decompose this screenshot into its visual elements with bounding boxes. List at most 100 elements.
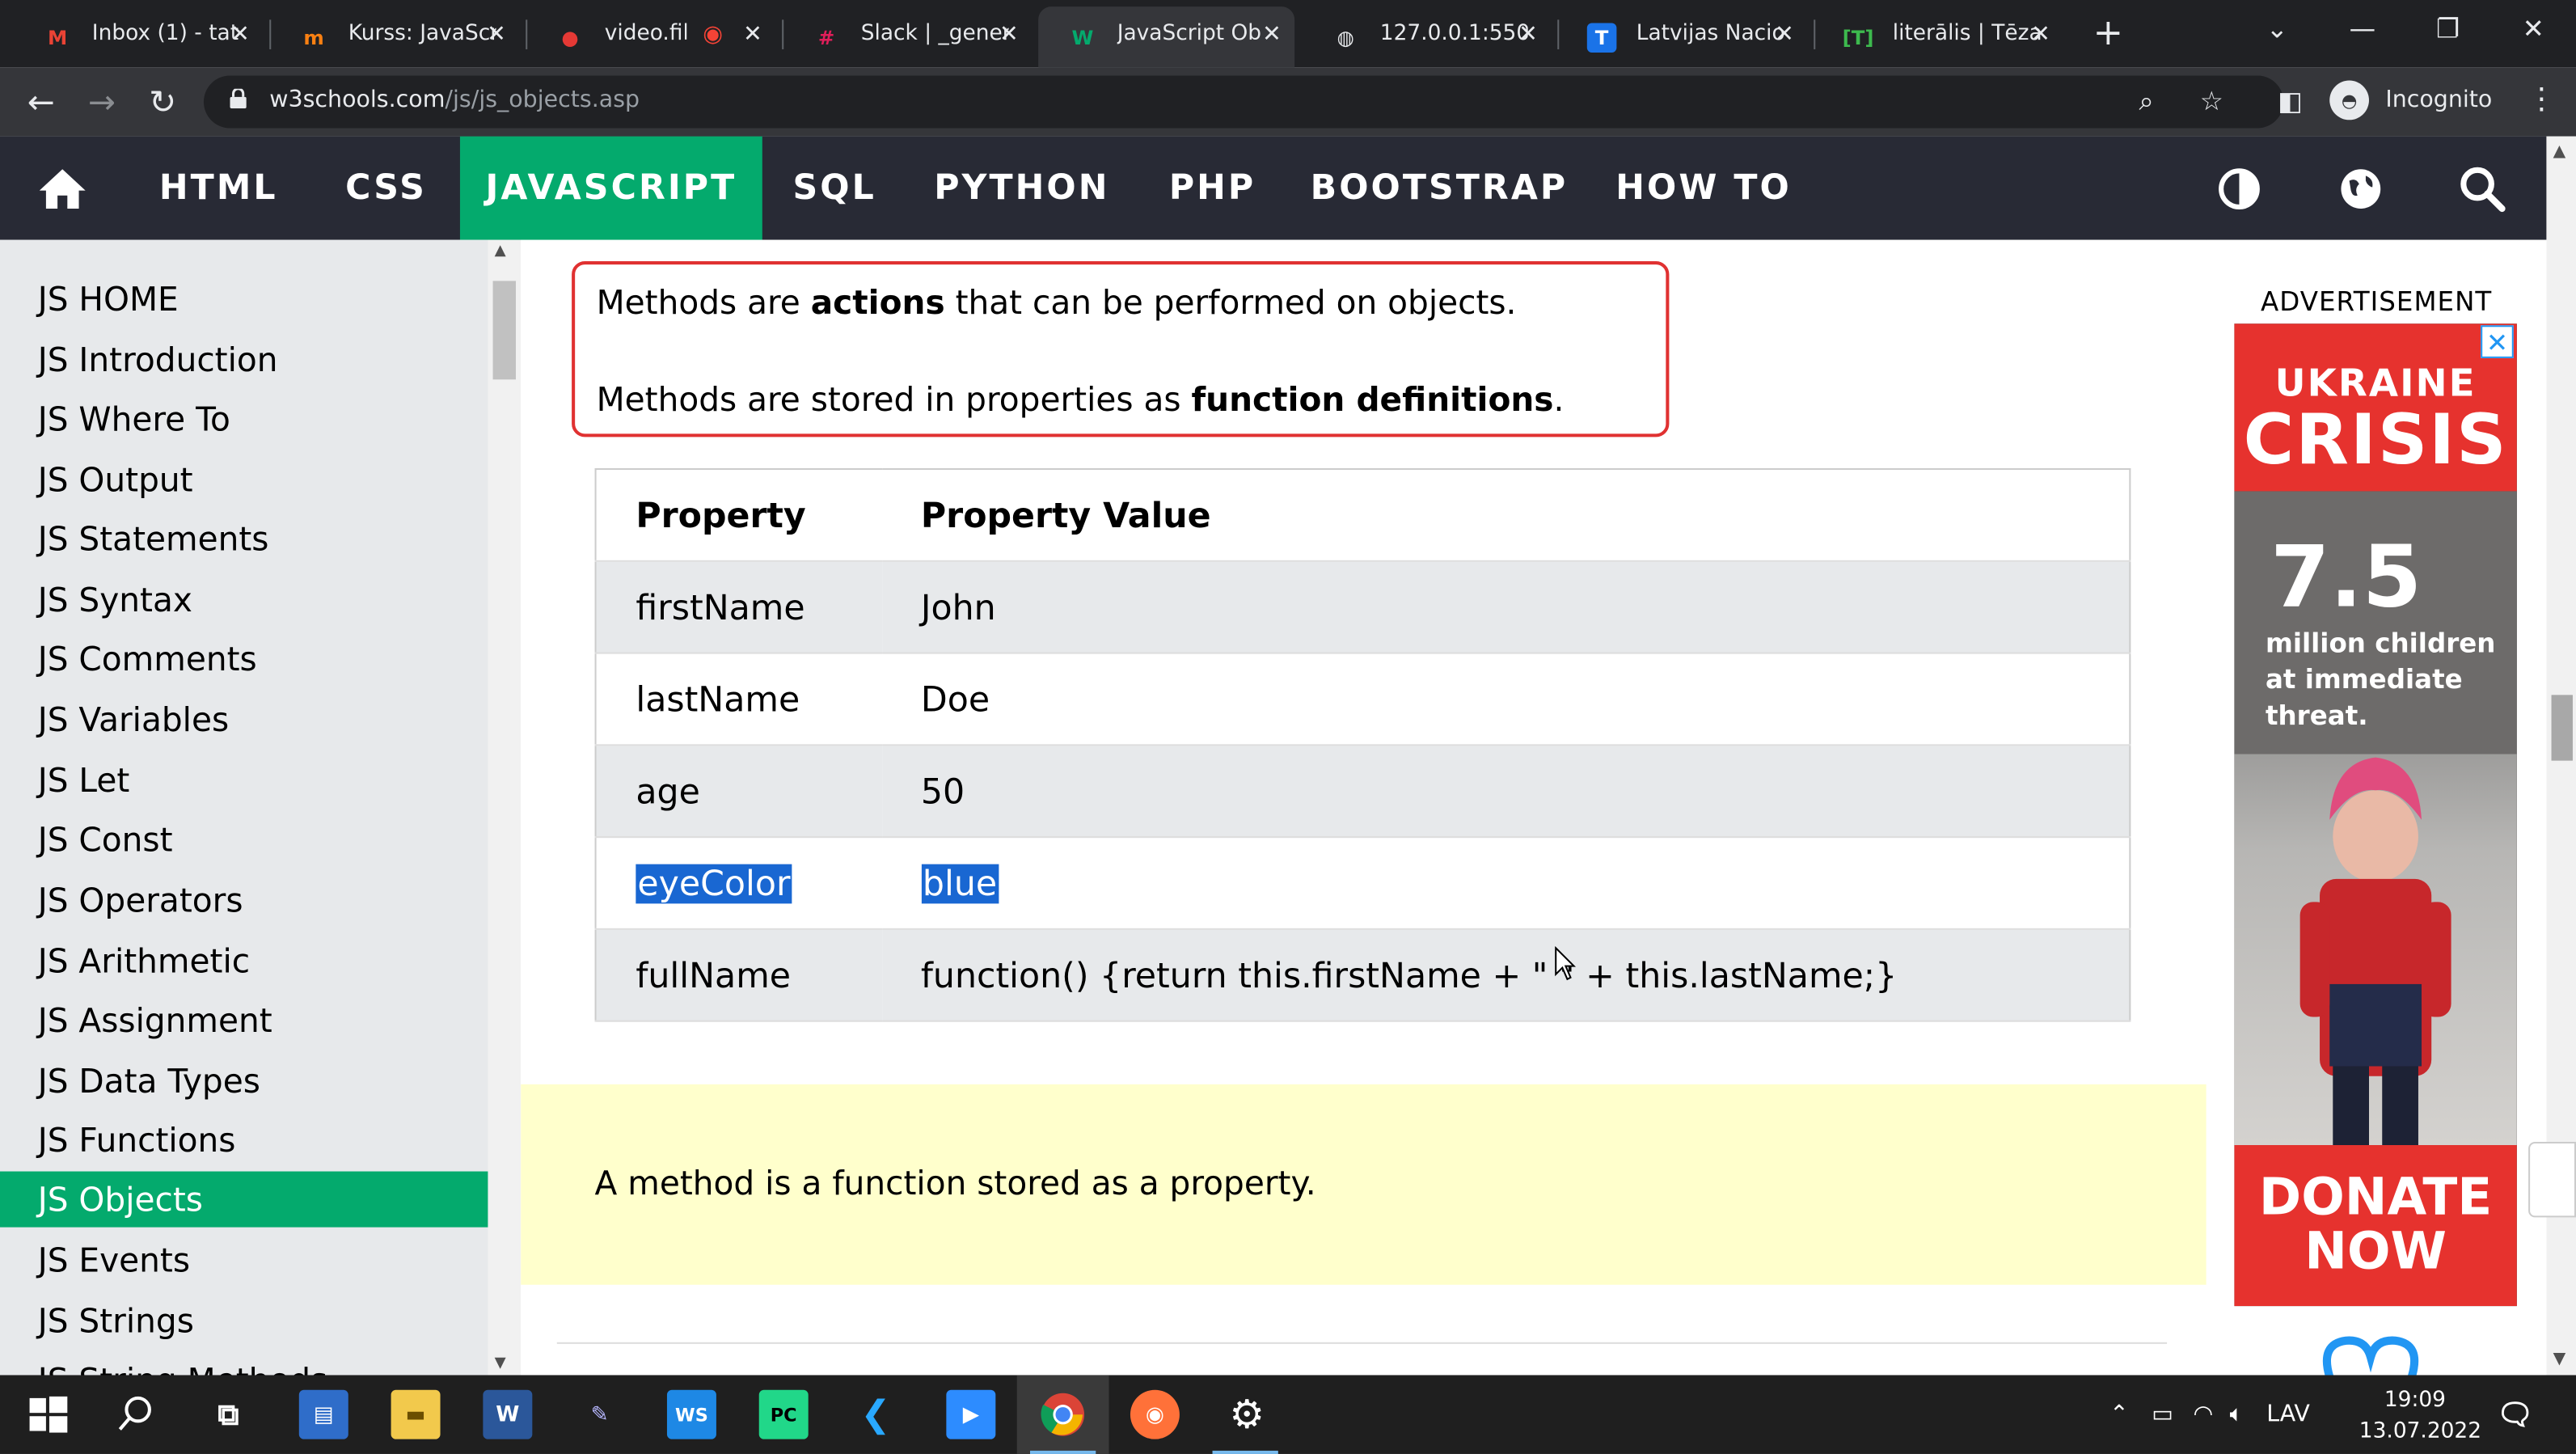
ad-donate-cta[interactable]: DONATE NOW (2234, 1171, 2516, 1280)
webstorm-icon[interactable]: WS (666, 1389, 716, 1439)
moodle-icon: m (303, 26, 324, 49)
nav-bootstrap[interactable]: BOOTSTRAP (1301, 137, 1577, 240)
side-panel-icon[interactable]: ◧ (2270, 86, 2310, 117)
nav-php[interactable]: PHP (1150, 137, 1274, 240)
sidebar-item-js-string-methods[interactable]: JS String Methods (0, 1352, 488, 1375)
language-indicator[interactable]: LAV (2266, 1401, 2310, 1428)
app-icon[interactable]: ✎ (575, 1390, 624, 1439)
battery-icon[interactable]: ▭ (2152, 1401, 2173, 1428)
clock[interactable]: 19:09 13.07.2022 (2359, 1385, 2481, 1448)
close-icon[interactable]: ✕ (1518, 21, 1538, 48)
tab-latvijas[interactable]: T Latvijas Nacio ✕ (1557, 6, 1807, 67)
sidebar-item-js-syntax[interactable]: JS Syntax (0, 572, 488, 628)
nav-javascript[interactable]: JAVASCRIPT (459, 136, 762, 240)
sidebar-item-js-arithmetic[interactable]: JS Arithmetic (0, 933, 488, 989)
nav-how-to[interactable]: HOW TO (1603, 137, 1804, 240)
close-icon[interactable]: ✕ (743, 21, 762, 48)
nav-css[interactable]: CSS (322, 137, 450, 240)
column-header-property-value: Property Value (881, 469, 2130, 562)
tab-gmail[interactable]: M Inbox (1) - tat ✕ (13, 6, 263, 67)
sidebar-scroll-thumb[interactable] (492, 281, 517, 380)
search-icon[interactable] (112, 1390, 161, 1439)
sidebar-item-js-statements[interactable]: JS Statements (0, 511, 488, 567)
volume-icon[interactable]: 🔈︎ (2230, 1401, 2244, 1428)
page-scroll-thumb[interactable] (2551, 695, 2573, 761)
scroll-down-arrow-icon[interactable]: ▼ (2553, 1350, 2566, 1368)
tab-video[interactable]: ● video.file ◉ ✕ (526, 6, 775, 67)
scroll-down-arrow-icon[interactable]: ▼ (495, 1355, 506, 1372)
address-bar[interactable]: w3schools.com/js/js_objects.asp ⌕ ☆ (203, 75, 2284, 129)
home-icon[interactable] (36, 166, 89, 212)
wifi-icon[interactable]: ◠ (2194, 1401, 2214, 1428)
file-explorer-icon[interactable]: ▬ (391, 1389, 441, 1439)
scroll-up-arrow-icon[interactable]: ▲ (2553, 143, 2566, 161)
tray-chevron-up-icon[interactable]: ⌃ (2109, 1401, 2129, 1428)
task-view-icon[interactable]: ⧉ (204, 1390, 253, 1439)
search-icon[interactable] (2458, 164, 2507, 213)
close-icon[interactable]: ✕ (230, 21, 250, 48)
incognito-profile[interactable]: ◓ Incognito (2329, 80, 2492, 120)
sidebar-item-js-output[interactable]: JS Output (0, 452, 488, 508)
zoom-icon[interactable]: ⌕ (2139, 86, 2154, 119)
zoom-app-icon[interactable]: ▶ (946, 1389, 996, 1439)
notifications-icon[interactable]: 🗨︎ (2490, 1390, 2540, 1439)
back-arrow-icon[interactable]: ← (21, 82, 61, 122)
close-icon[interactable]: ✕ (999, 21, 1019, 48)
slack-icon: # (817, 26, 835, 49)
edge-drawer-handle[interactable] (2528, 1141, 2576, 1218)
nav-sql[interactable]: SQL (772, 137, 897, 240)
globe-icon: ◍ (1337, 26, 1354, 49)
tab-search-chevron-icon[interactable]: ⌄ (2234, 0, 2320, 59)
firefox-icon[interactable]: ◉ (1130, 1389, 1180, 1439)
close-icon[interactable]: ✕ (1262, 21, 1282, 48)
sidebar-item-js-functions[interactable]: JS Functions (0, 1112, 488, 1168)
sidebar-item-js-variables[interactable]: JS Variables (0, 691, 488, 747)
bookmark-star-icon[interactable]: ☆ (2200, 86, 2223, 117)
tab-javascript-objects[interactable]: W JavaScript Ob ✕ (1038, 6, 1295, 68)
sidebar-item-js-assignment[interactable]: JS Assignment (0, 992, 488, 1048)
ad-close-icon[interactable]: ✕ (2481, 325, 2514, 358)
url-text[interactable]: w3schools.com/js/js_objects.asp (269, 87, 640, 114)
sidebar-item-js-let[interactable]: JS Let (0, 752, 488, 808)
windows-start-icon[interactable] (23, 1390, 72, 1439)
forward-arrow-icon[interactable]: → (82, 82, 122, 122)
tab-slack[interactable]: # Slack | _gener ✕ (782, 6, 1032, 67)
tab-kurss[interactable]: m Kurss: JavaScr ✕ (269, 6, 519, 67)
more-menu-icon[interactable]: ⋮ (2527, 82, 2557, 117)
globe-icon[interactable] (2336, 164, 2385, 213)
minimize-icon[interactable]: — (2320, 0, 2405, 59)
sidebar-item-js-objects[interactable]: JS Objects (0, 1171, 488, 1228)
vscode-icon[interactable]: ❮ (851, 1390, 901, 1439)
sidebar-item-js-where-to[interactable]: JS Where To (0, 391, 488, 447)
ukraine-crisis-ad[interactable]: UKRAINE CRISIS 7.5 million children at i… (2234, 323, 2517, 1307)
sidebar-item-js-introduction[interactable]: JS Introduction (0, 332, 488, 387)
word-icon[interactable]: W (483, 1389, 533, 1439)
new-tab-plus-icon[interactable]: + (2093, 13, 2123, 54)
nav-html[interactable]: HTML (138, 137, 299, 240)
control-panel-icon[interactable]: ▤ (298, 1389, 348, 1439)
sidebar-item-js-data-types[interactable]: JS Data Types (0, 1053, 488, 1109)
dark-mode-icon[interactable] (2215, 164, 2264, 213)
sidebar-item-js-operators[interactable]: JS Operators (0, 873, 488, 928)
tab-literalis[interactable]: [T] literālis | Tēza ✕ (1814, 6, 2063, 67)
window-close-icon[interactable]: ✕ (2490, 0, 2576, 59)
nav-python[interactable]: PYTHON (920, 137, 1124, 240)
lock-icon[interactable] (230, 88, 247, 109)
sidebar-item-js-events[interactable]: JS Events (0, 1232, 488, 1288)
pycharm-icon[interactable]: PC (758, 1389, 809, 1439)
sidebar-scrollbar[interactable]: ▲ ▼ (488, 239, 522, 1376)
chrome-icon[interactable] (1038, 1390, 1087, 1439)
settings-gear-icon[interactable]: ⚙ (1223, 1390, 1272, 1439)
sidebar-item-js-const[interactable]: JS Const (0, 812, 488, 868)
sidebar-item-js-home[interactable]: JS HOME (0, 271, 488, 327)
property-value: 50 (881, 745, 2130, 839)
close-icon[interactable]: ✕ (2031, 21, 2050, 48)
close-icon[interactable]: ✕ (487, 21, 506, 48)
sidebar-item-js-strings[interactable]: JS Strings (0, 1293, 488, 1349)
tab-localhost[interactable]: ◍ 127.0.0.1:5500 ✕ (1301, 6, 1551, 67)
scroll-up-arrow-icon[interactable]: ▲ (495, 243, 506, 260)
sidebar-item-js-comments[interactable]: JS Comments (0, 631, 488, 687)
reload-icon[interactable]: ↻ (143, 82, 183, 122)
restore-icon[interactable]: ❐ (2405, 0, 2491, 59)
close-icon[interactable]: ✕ (1775, 21, 1794, 48)
